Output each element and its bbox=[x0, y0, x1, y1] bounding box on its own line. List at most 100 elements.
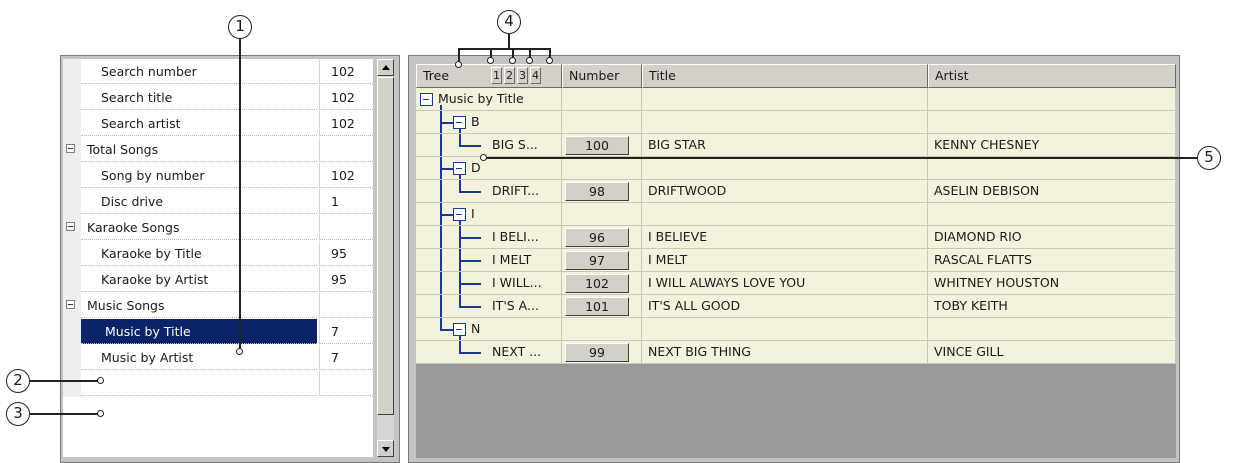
tree-group-row[interactable]: I bbox=[416, 203, 1176, 226]
tree-group-row[interactable]: N bbox=[416, 318, 1176, 341]
artist-column-header[interactable]: Artist bbox=[928, 64, 1176, 88]
row-gutter bbox=[63, 319, 81, 345]
category-row[interactable]: Karaoke Songs bbox=[63, 215, 373, 241]
song-number-button[interactable]: 99 bbox=[565, 343, 629, 362]
song-number-button[interactable]: 96 bbox=[565, 228, 629, 247]
title-cell: I MELT bbox=[642, 249, 928, 272]
category-label: Karaoke Songs bbox=[81, 215, 317, 240]
row-gutter bbox=[63, 137, 81, 163]
artist-cell: KENNY CHESNEY bbox=[928, 134, 1176, 157]
tree-group-row[interactable]: D bbox=[416, 157, 1176, 180]
number-cell bbox=[562, 111, 642, 134]
collapse-icon[interactable] bbox=[420, 93, 433, 106]
tree-line bbox=[459, 352, 481, 354]
row-gutter bbox=[63, 215, 81, 241]
category-item-row[interactable]: Search number 102 bbox=[63, 59, 373, 85]
category-item-row[interactable]: Karaoke by Title 95 bbox=[63, 241, 373, 267]
category-label: Total Songs bbox=[81, 137, 317, 162]
tree-node-label: D bbox=[471, 160, 481, 175]
callout-4-bracket bbox=[458, 48, 550, 50]
artist-cell: ASELIN DEBISON bbox=[928, 180, 1176, 203]
collapse-icon[interactable] bbox=[66, 300, 75, 309]
category-item-row[interactable]: Music by Title 7 bbox=[63, 319, 373, 345]
category-item-row[interactable]: Karaoke by Artist 95 bbox=[63, 267, 373, 293]
tree-cell: D bbox=[416, 157, 562, 180]
artist-cell: RASCAL FLATTS bbox=[928, 249, 1176, 272]
artist-cell: VINCE GILL bbox=[928, 341, 1176, 364]
title-cell bbox=[642, 318, 928, 341]
tree-line bbox=[440, 122, 454, 124]
category-label-text: Karaoke by Title bbox=[101, 246, 202, 261]
song-number-button[interactable]: 101 bbox=[565, 297, 629, 316]
category-row[interactable]: Music Songs bbox=[63, 293, 373, 319]
category-label-text: Search number bbox=[101, 64, 197, 79]
tree-line bbox=[440, 134, 442, 156]
song-row[interactable]: I BELI... 96 I BELIEVE DIAMOND RIO bbox=[416, 226, 1176, 249]
song-number-button[interactable]: 100 bbox=[565, 136, 629, 155]
category-item-row[interactable]: Music by Artist 7 bbox=[63, 345, 373, 371]
category-count: 102 bbox=[319, 163, 373, 188]
tree-cell: Music by Title bbox=[416, 88, 562, 111]
song-row[interactable]: I WILL... 102 I WILL ALWAYS LOVE YOU WHITNE… bbox=[416, 272, 1176, 295]
callout-2-dot bbox=[97, 377, 104, 384]
row-gutter bbox=[63, 163, 81, 189]
song-row[interactable]: I MELT 97 I MELT RASCAL FLATTS bbox=[416, 249, 1176, 272]
collapse-icon[interactable] bbox=[66, 144, 75, 153]
category-count bbox=[319, 371, 373, 396]
category-item-row[interactable]: Search artist 102 bbox=[63, 111, 373, 137]
category-item-row[interactable]: Disc drive 1 bbox=[63, 189, 373, 215]
category-label bbox=[81, 371, 317, 396]
tree-cell: IT'S A... bbox=[416, 295, 562, 318]
scroll-thumb[interactable] bbox=[377, 77, 394, 415]
number-cell: 97 bbox=[562, 249, 642, 272]
tree-group-row[interactable]: B bbox=[416, 111, 1176, 134]
category-label-text: Music Songs bbox=[87, 298, 165, 313]
song-row[interactable]: BIG S... 100 BIG STAR KENNY CHESNEY bbox=[416, 134, 1176, 157]
artist-cell: DIAMOND RIO bbox=[928, 226, 1176, 249]
song-row[interactable]: DRIFT... 98 DRIFTWOOD ASELIN DEBISON bbox=[416, 180, 1176, 203]
number-cell: 96 bbox=[562, 226, 642, 249]
level-3-button[interactable]: 3 bbox=[517, 67, 528, 84]
song-row[interactable]: NEXT ... 99 NEXT BIG THING VINCE GILL bbox=[416, 341, 1176, 364]
tree-header-label: Tree bbox=[423, 68, 450, 83]
callout-1-dot bbox=[236, 348, 243, 355]
scroll-up-button[interactable] bbox=[377, 59, 394, 76]
category-item-row[interactable]: Search title 102 bbox=[63, 85, 373, 111]
number-column-header[interactable]: Number bbox=[562, 64, 642, 88]
category-count bbox=[319, 137, 373, 162]
category-row[interactable]: Total Songs bbox=[63, 137, 373, 163]
category-label-text: Karaoke by Artist bbox=[101, 272, 209, 287]
number-cell bbox=[562, 88, 642, 111]
title-column-header[interactable]: Title bbox=[642, 64, 928, 88]
number-cell: 102 bbox=[562, 272, 642, 295]
collapse-icon[interactable] bbox=[66, 222, 75, 231]
row-gutter bbox=[63, 293, 81, 319]
category-label-text: Karaoke Songs bbox=[87, 220, 180, 235]
song-number-button[interactable]: 98 bbox=[565, 182, 629, 201]
song-number-button[interactable]: 97 bbox=[565, 251, 629, 270]
tree-cell: I bbox=[416, 203, 562, 226]
tree-node-label: NEXT ... bbox=[492, 344, 542, 359]
category-count bbox=[319, 215, 373, 240]
scroll-down-button[interactable] bbox=[377, 440, 394, 457]
tree-line bbox=[440, 272, 442, 294]
category-scrollbar[interactable] bbox=[377, 59, 394, 457]
level-4-button[interactable]: 4 bbox=[530, 67, 541, 84]
song-row[interactable]: IT'S A... 101 IT'S ALL GOOD TOBY KEITH bbox=[416, 295, 1176, 318]
tree-line bbox=[459, 191, 481, 193]
callout-5-dot bbox=[480, 154, 487, 161]
category-label-text: Music by Title bbox=[105, 324, 191, 339]
level-2-button[interactable]: 2 bbox=[504, 67, 515, 84]
category-item-row[interactable]: Song by number 102 bbox=[63, 163, 373, 189]
category-count: 1 bbox=[319, 189, 373, 214]
tree-line bbox=[459, 145, 481, 147]
row-gutter bbox=[63, 189, 81, 215]
level-1-button[interactable]: 1 bbox=[491, 67, 502, 84]
tree-group-row[interactable]: Music by Title bbox=[416, 88, 1176, 111]
category-count: 95 bbox=[319, 267, 373, 292]
tree-line bbox=[440, 180, 442, 202]
tree-line bbox=[440, 226, 442, 248]
song-tree-panel: Tree 1 2 3 4 Number Title Artist Music b… bbox=[408, 55, 1180, 463]
category-item-row[interactable] bbox=[63, 371, 373, 397]
song-number-button[interactable]: 102 bbox=[565, 274, 629, 293]
